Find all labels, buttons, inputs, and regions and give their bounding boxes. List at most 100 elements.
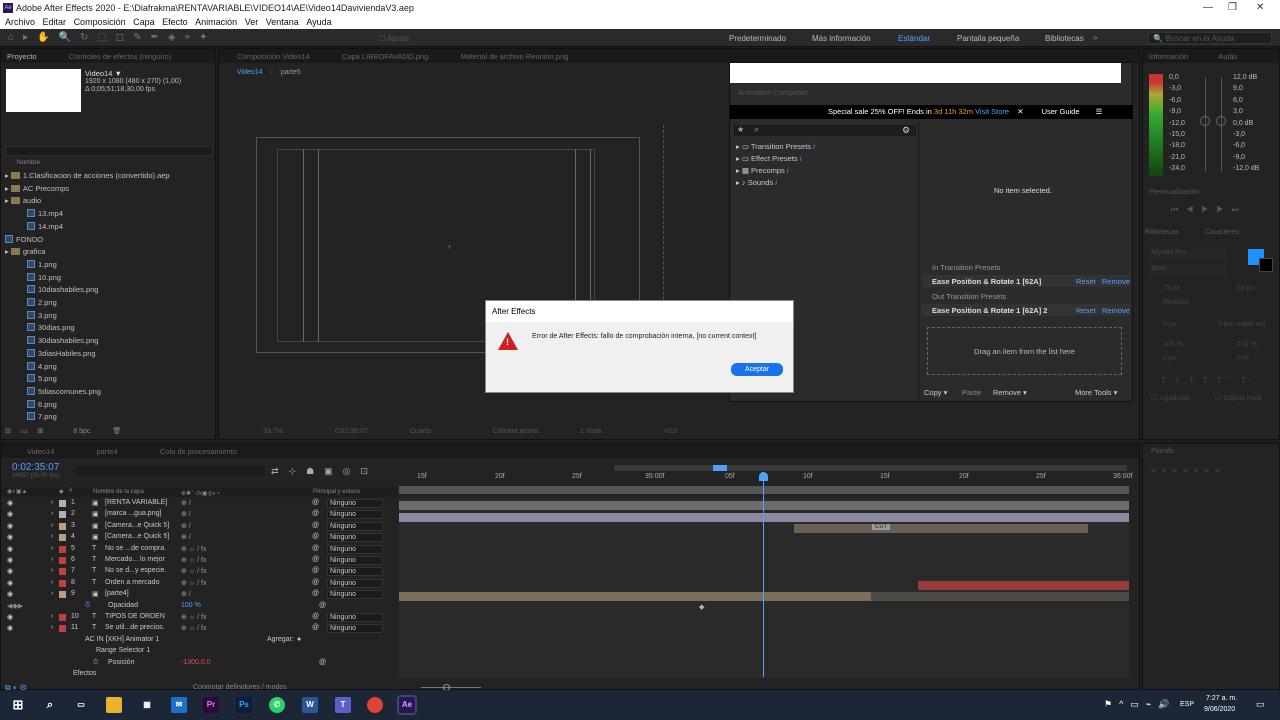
layer-row[interactable]: ◉ › 10 T TIPOS DE ORDEN ⊕ ☼ / fx @ Ninguno [1, 612, 397, 623]
layer-name[interactable]: Se util...de precios. [105, 624, 165, 631]
project-item[interactable]: 5diascomunes.png [27, 386, 101, 400]
layer-switches[interactable]: ⊕ ☼ / fx [181, 556, 207, 564]
layer-row[interactable]: ◉ › 7 T No se d...y especie. ⊕ ☼ / fx @ Ninguno [1, 566, 397, 577]
layer-name[interactable]: [parte4] [105, 590, 129, 597]
track-bar-2[interactable] [399, 513, 1129, 522]
chrome-icon[interactable] [367, 697, 383, 713]
expand-arrow-icon[interactable]: › [51, 510, 53, 517]
tsume-field[interactable]: 0 % [1237, 355, 1249, 362]
menu-ver[interactable]: Ver [245, 17, 259, 27]
camera-select[interactable]: Cámara activa [493, 428, 538, 435]
in-remove-link[interactable]: Remove [1102, 277, 1130, 286]
expand-arrow-icon[interactable]: › [51, 545, 53, 552]
store-icon[interactable]: ▦ [139, 697, 155, 713]
layer-row[interactable]: ◉ › 8 T Orden a mercado ⊕ ☼ / fx @ Ninguno [1, 578, 397, 589]
language-indicator[interactable]: ESP [1180, 701, 1194, 708]
stopwatch-icon[interactable]: ⏱ [93, 659, 98, 667]
pick-whip-icon[interactable]: @ [312, 590, 319, 597]
pick-whip-icon[interactable]: @ [312, 579, 319, 586]
copy-button[interactable]: Copy ▾ [924, 388, 947, 397]
font-size-field[interactable]: 75 px [1163, 285, 1180, 292]
label-color-swatch[interactable] [59, 545, 66, 553]
workspace-menu-icon[interactable]: » [1093, 33, 1097, 42]
file-explorer-icon[interactable] [106, 697, 122, 713]
project-item[interactable]: FONDO [5, 234, 43, 248]
project-item[interactable]: ▸ AC Precomps [5, 184, 69, 197]
parent-select[interactable]: Ninguno [327, 567, 383, 577]
layer-switches[interactable]: ⊕ / [181, 533, 191, 541]
text-style-buttons[interactable]: TTTTT'T, [1161, 376, 1265, 385]
playhead[interactable] [763, 472, 764, 677]
remove-button[interactable]: Remove ▾ [993, 388, 1027, 397]
stroke-mode-select[interactable]: Trazo sobre rell. [1217, 321, 1267, 328]
close-button[interactable]: ✕ [1256, 2, 1264, 13]
pick-whip-icon[interactable]: @ [312, 624, 319, 631]
parent-select[interactable]: Ninguno [327, 556, 383, 565]
work-area-start[interactable] [713, 465, 727, 471]
layer-switches[interactable]: ⊕ ☼ / fx [181, 624, 207, 632]
stroke-color-swatch[interactable] [1259, 258, 1273, 272]
audio-knob-right[interactable] [1216, 116, 1226, 126]
layer-name[interactable]: Orden a mercado [105, 579, 159, 586]
visibility-eye-icon[interactable]: ◉ [7, 567, 13, 575]
resolution-select[interactable]: Cuarto [410, 428, 431, 435]
tracking-field[interactable]: Medidas [1163, 299, 1189, 306]
workspace-predeterminado[interactable]: Predeterminado [729, 34, 786, 43]
search-taskbar-icon[interactable]: ⌕ [42, 697, 58, 713]
add-icon[interactable]: ● [297, 636, 301, 643]
project-item[interactable]: ▸ audio [5, 196, 41, 209]
horizontal-scale-field[interactable]: 100 % [1237, 341, 1257, 348]
exposure-value[interactable]: +0,0 [663, 428, 677, 435]
layer-switches[interactable]: ⊕ ☼ / fx [181, 613, 207, 621]
pick-whip-icon[interactable]: @ [312, 613, 319, 620]
layer-row[interactable]: ◉ › 1 ▣ [RENTA VARIABLE] ⊕ / @ Ninguno [1, 498, 397, 509]
layer-row[interactable]: ◉ › 3 ▣ [Camera...e Quick 5] ⊕ / @ Ninguno [1, 521, 397, 532]
label-color-swatch[interactable] [59, 511, 66, 519]
opacity-property-row[interactable]: ◀◆▶ ⏱ Opacidad 100 % @ [1, 601, 397, 612]
pick-whip-icon[interactable]: @ [312, 510, 319, 517]
mail-icon[interactable]: ✉ [171, 697, 187, 713]
track-bar-8[interactable] [918, 581, 1129, 590]
menu-ventana[interactable]: Ventana [266, 17, 299, 27]
menu-composicion[interactable]: Composición [74, 17, 126, 27]
work-area-bar[interactable] [399, 486, 1129, 494]
layer-row[interactable]: ◉ › 4 ▣ [Camera...e Quick 5] ⊕ / @ Ninguno [1, 532, 397, 543]
timeline-search[interactable] [75, 466, 265, 476]
visit-store-link[interactable]: Visit Store [975, 107, 1009, 116]
parent-header[interactable]: Principal y enlace [313, 489, 360, 495]
layer-name[interactable]: [marca ...gua.png] [105, 510, 161, 517]
layer-name[interactable]: [Camera...e Quick 5] [105, 522, 169, 529]
premiere-icon[interactable]: Pr [203, 697, 219, 713]
project-item[interactable]: ▸ 1.Clasificacion de acciones (convertid… [5, 171, 170, 184]
tab-info[interactable]: Información [1149, 52, 1188, 61]
layer-name[interactable]: [RENTA VARIABLE] [105, 499, 167, 506]
parent-select[interactable]: Ninguno [327, 510, 383, 520]
label-color-swatch[interactable] [59, 500, 66, 507]
crumb-video14[interactable]: Video14 [237, 69, 263, 76]
label-color-swatch[interactable] [59, 625, 66, 633]
col-name-header[interactable]: Nombre [17, 159, 40, 166]
font-select[interactable]: Myriad Pro [1149, 249, 1227, 259]
project-item[interactable]: 1.png [27, 259, 57, 273]
layer-switches[interactable]: ⊕ / [181, 510, 191, 518]
tab-video14[interactable]: Video14 [27, 447, 54, 456]
in-reset-link[interactable]: Reset [1076, 277, 1096, 286]
project-item[interactable]: ▸ grafica [5, 247, 45, 260]
pick-whip-icon[interactable]: @ [312, 533, 319, 540]
timeline-timecode[interactable]: 0:02:35:07 [12, 462, 59, 473]
layer-row[interactable]: ◉ › 11 T Se util...de precios. ⊕ ☼ / fx @ Ningu… [1, 623, 397, 634]
paste-button[interactable]: Paste [962, 388, 981, 397]
expand-arrow-icon[interactable]: › [51, 556, 53, 563]
font-style-select[interactable]: Bold [1149, 265, 1227, 275]
visibility-eye-icon[interactable]: ◉ [7, 499, 13, 507]
zoom-level[interactable]: 33,7% [263, 428, 283, 435]
layer-row[interactable]: ◉ › 6 T Mercado... lo mejor ⊕ ☼ / fx @ Ninguno [1, 555, 397, 566]
teams-icon[interactable]: T [335, 697, 351, 713]
tab-audio[interactable]: Audio [1218, 52, 1237, 61]
project-item[interactable]: 10diashabiles.png [27, 285, 98, 298]
windows-start-icon[interactable]: ⊞ [10, 697, 26, 713]
parent-select[interactable]: Ninguno [327, 544, 383, 554]
tree-precomps[interactable]: ▸ ▦ Precomps i [736, 166, 916, 178]
user-menu-icon[interactable]: ☰ [1096, 107, 1103, 116]
after-effects-icon[interactable]: Ae [397, 695, 417, 715]
